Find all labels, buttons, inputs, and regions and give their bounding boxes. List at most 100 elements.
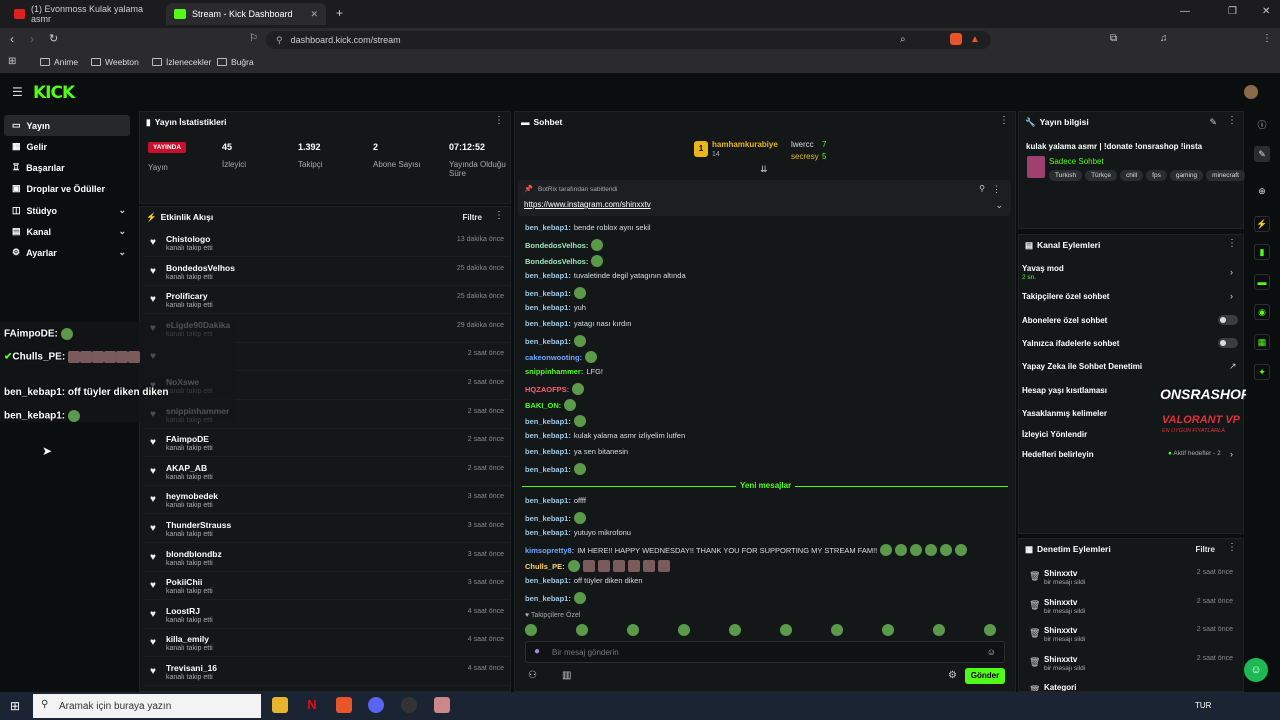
list-item[interactable]: ♥ FAimpoDE kanalı takip etti 2 saat önce [144, 429, 510, 458]
emote-icon[interactable] [882, 624, 894, 636]
clipboard-icon[interactable]: ▮ [1254, 244, 1270, 260]
calendar-icon[interactable]: ▦ [1254, 334, 1270, 350]
chat-username[interactable]: ben_kebap1: [525, 319, 571, 328]
sidebar-item-yayin[interactable]: ▭ Yayın [4, 115, 130, 136]
tag[interactable]: gaming [1169, 170, 1204, 181]
chat-message[interactable]: BAKI_ON: [525, 399, 577, 411]
close-tab-icon[interactable]: ✕ [310, 9, 318, 20]
account-age-item[interactable]: Hesap yaşı kısıtlaması [1022, 386, 1107, 395]
chat-username[interactable]: ben_kebap1: [525, 431, 571, 440]
chat-message[interactable]: ben_kebap1: [525, 512, 586, 524]
chat-message[interactable]: ben_kebap1: tuvaletinde degil yatagının a… [525, 271, 686, 280]
tag[interactable]: minecraft [1206, 170, 1245, 181]
chevron-right-icon[interactable]: › [1230, 291, 1233, 301]
filter-button[interactable]: Filtre [462, 213, 482, 222]
minimize-icon[interactable]: — [1180, 6, 1190, 17]
emote-icon[interactable] [933, 624, 945, 636]
tag[interactable]: Türkçe [1085, 170, 1117, 181]
chat-message[interactable]: ben_kebap1: ya sen bitanesin [525, 447, 628, 456]
avatar[interactable] [1244, 85, 1258, 99]
sidebar-item-studyo[interactable]: ◫ Stüdyo ⌄ [4, 200, 130, 221]
chevron-right-icon[interactable]: › [1230, 449, 1233, 459]
chat-username[interactable]: ben_kebap1: [525, 417, 571, 426]
chat-message[interactable]: ben_kebap1: [525, 592, 586, 604]
emote-icon[interactable] [729, 624, 741, 636]
tag[interactable]: chill [1119, 170, 1144, 181]
unpin-icon[interactable]: ⚲ [979, 184, 985, 193]
chat-username[interactable]: ben_kebap1: [525, 447, 571, 456]
chevron-down-icon[interactable]: ⌄ [995, 200, 1003, 211]
media-icon[interactable]: ♫ [1160, 33, 1168, 44]
chat-message[interactable]: ben_kebap1: [525, 415, 586, 427]
close-window-icon[interactable]: ✕ [1262, 6, 1270, 17]
chat-settings-icon[interactable]: ⚙ [948, 670, 957, 681]
brave-rewards-icon[interactable]: ▲ [970, 34, 980, 45]
kick-logo[interactable]: KICK [33, 83, 75, 103]
expand-leaderboard-icon[interactable]: ⇊ [760, 164, 768, 175]
target-icon[interactable]: ⊕ [1254, 184, 1270, 200]
chat-message[interactable]: ben_kebap1: kulak yalama asmr izliyelim l… [525, 431, 685, 440]
chat-username[interactable]: Chulls_PE: [525, 562, 565, 571]
chat-username[interactable]: HQZAOFPS: [525, 385, 569, 394]
sidebar-item-ayarlar[interactable]: ⚙ Ayarlar ⌄ [4, 242, 130, 263]
discord-icon[interactable] [368, 697, 384, 713]
followers-only-chat-item[interactable]: Takipçilere özel sohbet [1022, 292, 1109, 301]
chat-bubble-icon[interactable]: ▬ [1254, 274, 1270, 290]
bookmark-weebton[interactable]: Weebton [91, 57, 139, 67]
more-options-icon[interactable]: ⋮ [1227, 543, 1237, 553]
microphone-icon[interactable]: ● [534, 646, 540, 657]
list-item[interactable]: ♥ BondedosVelhos kanalı takip etti 25 dakik… [144, 258, 510, 286]
chat-message[interactable]: BondedosVelhos: [525, 239, 604, 251]
tag[interactable]: Turkish [1049, 170, 1083, 181]
chat-message[interactable]: Chulls_PE: [525, 560, 670, 572]
list-item[interactable]: ♥ killa_emily kanalı takip etti 4 saat önce [144, 629, 510, 658]
edit-panel-icon[interactable]: ✎ [1254, 146, 1270, 162]
list-item[interactable]: ♥ Chistologo kanalı takip etti 13 dakika ön… [144, 229, 510, 257]
chat-username[interactable]: ben_kebap1: [525, 528, 571, 537]
wrench-icon[interactable]: ✦ [1254, 364, 1270, 380]
chat-message[interactable]: ben_kebap1: yuh [525, 303, 586, 312]
file-explorer-icon[interactable] [272, 697, 288, 713]
chat-message[interactable]: BondedosVelhos: [525, 255, 604, 267]
list-item[interactable]: ♥ LoostRJ kanalı takip etti 4 saat önce [144, 601, 510, 629]
broadcast-icon[interactable]: ◉ [1254, 304, 1270, 320]
subs-only-toggle[interactable] [1218, 315, 1238, 325]
emote-icon[interactable] [780, 624, 792, 636]
restore-icon[interactable]: ❐ [1228, 6, 1237, 17]
chat-username[interactable]: BondedosVelhos: [525, 241, 588, 250]
new-tab-icon[interactable]: + [336, 6, 343, 20]
list-item[interactable]: ♥ PokiiChii kanalı takip etti 3 saat önce [144, 572, 510, 601]
emote-only-chat-item[interactable]: Yalnızca ifadelerle sohbet [1022, 339, 1119, 348]
chat-message[interactable]: ben_kebap1: offff [525, 496, 586, 505]
sidebar-item-droplar[interactable]: ▣ Droplar ve Ödüller [4, 178, 130, 199]
site-info-icon[interactable]: ⚲ [276, 35, 283, 46]
chat-username[interactable]: BondedosVelhos: [525, 257, 588, 266]
chat-username[interactable]: ben_kebap1: [525, 576, 571, 585]
edit-icon[interactable]: ✎ [1209, 117, 1217, 128]
list-item[interactable]: ♥ Trevisani_16 kanalı takip etti 4 saat önc… [144, 658, 510, 686]
bookmark-izlenecekler[interactable]: İzlenecekler [152, 57, 211, 67]
chat-username[interactable]: snippinhammer: [525, 367, 583, 376]
chat-message[interactable]: ben_kebap1: bende roblox aynı sekil [525, 223, 651, 232]
windows-start-icon[interactable]: ⊞ [10, 699, 20, 713]
chevron-right-icon[interactable]: › [1230, 267, 1233, 277]
bookmark-icon[interactable]: ⚐ [249, 33, 258, 44]
list-item[interactable]: ♥ heymobedek kanalı takip etti 3 saat önce [144, 486, 510, 515]
chat-users-icon[interactable]: ⚇ [528, 670, 537, 681]
obs-icon[interactable] [401, 697, 417, 713]
chat-username[interactable]: ben_kebap1: [525, 496, 571, 505]
tab-youtube[interactable]: (1) Evonmoss Kulak yalama asmr [6, 3, 162, 25]
pinned-link[interactable]: https://www.instagram.com/shinxxtv [524, 200, 651, 209]
chat-username[interactable]: ben_kebap1: [525, 594, 571, 603]
list-item[interactable]: ♥ AKAP_AB kanalı takip etti 2 saat önce [144, 458, 510, 486]
emote-icon[interactable] [576, 624, 588, 636]
raid-item[interactable]: İzleyici Yönlendir [1022, 430, 1087, 439]
emote-only-toggle[interactable] [1218, 338, 1238, 348]
tag[interactable]: fps [1146, 170, 1167, 181]
external-link-icon[interactable]: ↗ [1229, 361, 1237, 372]
chat-message[interactable]: ben_kebap1: off tüyler diken diken [525, 576, 643, 585]
hamburger-menu-icon[interactable]: ☰ [12, 85, 23, 99]
chat-username[interactable]: ben_kebap1: [525, 303, 571, 312]
list-item[interactable]: ♥ Prolificary kanalı takip etti 25 dakika ö… [144, 286, 510, 315]
list-item[interactable]: ♥ blondblondbz kanalı takip etti 3 saat önc… [144, 544, 510, 572]
